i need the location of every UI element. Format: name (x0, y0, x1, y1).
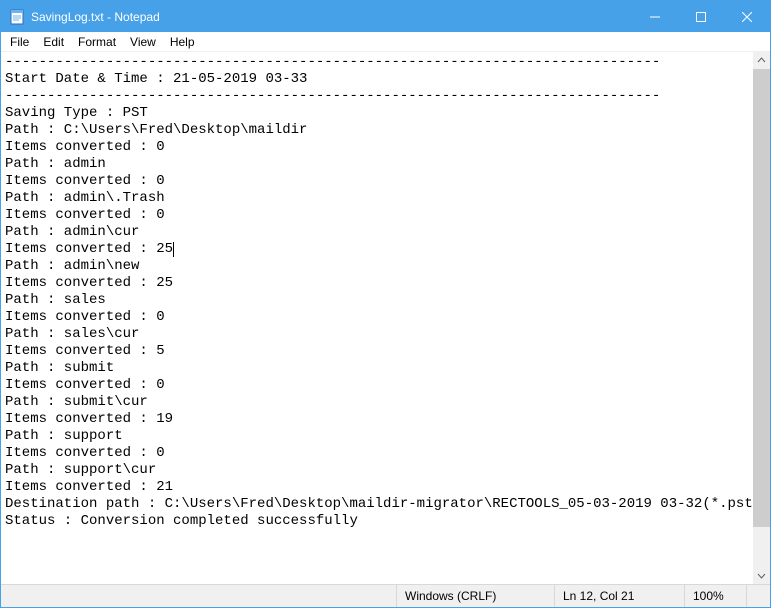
text-line: Path : admin\new (5, 258, 139, 274)
text-line: ----------------------------------------… (5, 54, 660, 70)
title-bar[interactable]: SavingLog.txt - Notepad (1, 1, 770, 32)
text-line: Path : admin\.Trash (5, 190, 165, 206)
text-line: Saving Type : PST (5, 105, 148, 121)
menu-format[interactable]: Format (71, 33, 123, 51)
window-title: SavingLog.txt - Notepad (31, 10, 632, 24)
menu-file[interactable]: File (3, 33, 36, 51)
editor-area: ----------------------------------------… (1, 52, 770, 584)
text-line: Path : submit\cur (5, 394, 148, 410)
minimize-button[interactable] (632, 1, 678, 32)
text-line: Path : sales\cur (5, 326, 139, 342)
text-line: Items converted : 0 (5, 207, 165, 223)
maximize-button[interactable] (678, 1, 724, 32)
text-line: Items converted : 25 (5, 275, 173, 291)
scroll-track[interactable] (753, 69, 770, 567)
status-linecol: Ln 12, Col 21 (554, 585, 684, 607)
text-line: Path : support (5, 428, 123, 444)
text-line: Items converted : 5 (5, 343, 165, 359)
text-line: Start Date & Time : 21-05-2019 03-33 (5, 71, 307, 87)
window-controls (632, 1, 770, 32)
text-line: Destination path : C:\Users\Fred\Desktop… (5, 496, 753, 512)
text-line: Items converted : 19 (5, 411, 173, 427)
text-area[interactable]: ----------------------------------------… (1, 52, 753, 584)
menu-view[interactable]: View (123, 33, 163, 51)
menu-edit[interactable]: Edit (36, 33, 71, 51)
notepad-window: SavingLog.txt - Notepad File Edit Format… (0, 0, 771, 608)
text-line: Path : support\cur (5, 462, 156, 478)
text-line: Path : admin\cur (5, 224, 139, 240)
text-line: Items converted : 0 (5, 139, 165, 155)
menu-help[interactable]: Help (163, 33, 202, 51)
vertical-scrollbar[interactable] (753, 52, 770, 584)
status-bar: Windows (CRLF) Ln 12, Col 21 100% (1, 584, 770, 607)
text-line: Items converted : 21 (5, 479, 173, 495)
text-line: Items converted : 0 (5, 309, 165, 325)
text-line: ----------------------------------------… (5, 88, 660, 104)
notepad-icon (9, 9, 25, 25)
menu-bar: File Edit Format View Help (1, 32, 770, 52)
status-tail (746, 585, 770, 607)
text-line: Path : admin (5, 156, 106, 172)
text-line: Items converted : 25 (5, 241, 173, 257)
close-button[interactable] (724, 1, 770, 32)
text-line: Path : C:\Users\Fred\Desktop\maildir (5, 122, 307, 138)
scroll-down-button[interactable] (753, 567, 770, 584)
text-line: Path : submit (5, 360, 114, 376)
scroll-up-button[interactable] (753, 52, 770, 69)
text-line: Items converted : 0 (5, 173, 165, 189)
scroll-thumb[interactable] (753, 69, 770, 527)
text-line: Items converted : 0 (5, 445, 165, 461)
text-line: Path : sales (5, 292, 106, 308)
text-line: Items converted : 0 (5, 377, 165, 393)
status-zoom: 100% (684, 585, 746, 607)
text-line: Status : Conversion completed successful… (5, 513, 358, 529)
status-encoding: Windows (CRLF) (396, 585, 554, 607)
